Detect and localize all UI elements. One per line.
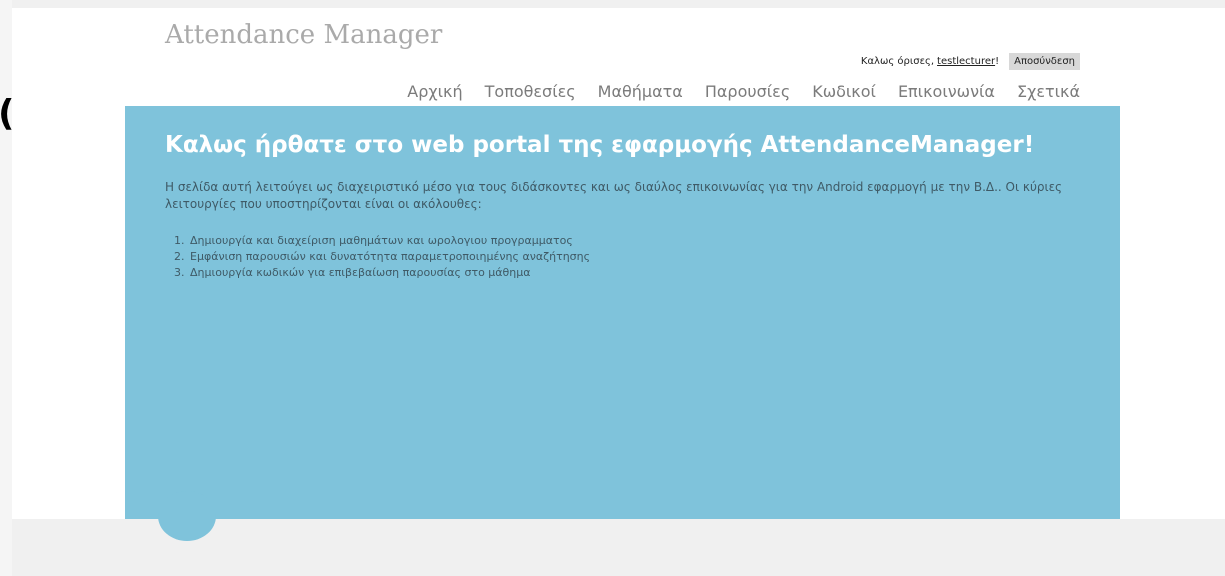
page-title: Καλως ήρθατε στο web portal της εφαρμογή…	[165, 132, 1035, 158]
username-link[interactable]: testlecturer	[937, 56, 995, 67]
list-item: Δημιουργία κωδικών για επιβεβαίωση παρου…	[188, 265, 590, 281]
greeting-text: Καλως όρισες,	[860, 55, 935, 67]
nav-item-codes[interactable]: Κωδικοί	[812, 80, 876, 104]
nav-item-home[interactable]: Αρχική	[407, 80, 462, 104]
main-nav: Αρχική Τοποθεσίες Μαθήματα Παρουσίες Κωδ…	[385, 80, 1080, 104]
logout-button[interactable]: Αποσύνδεση	[1009, 52, 1080, 70]
nav-item-attendance[interactable]: Παρουσίες	[705, 80, 790, 104]
left-frame	[0, 0, 12, 576]
site-title[interactable]: Attendance Manager	[165, 18, 442, 52]
window-top-strip	[0, 0, 1225, 8]
user-session-bar: Καλως όρισες, testlecturer ! Αποσύνδεση	[800, 51, 1080, 71]
nav-item-courses[interactable]: Μαθήματα	[598, 80, 683, 104]
edge-glyph: (	[0, 92, 14, 136]
list-item: Εμφάνιση παρουσιών και δυνατότητα παραμε…	[188, 249, 590, 265]
greeting-suffix: !	[995, 55, 1000, 67]
main-content-panel: Καλως ήρθατε στο web portal της εφαρμογή…	[125, 106, 1120, 519]
decorative-circle	[158, 491, 216, 541]
list-item: Δημιουργία και διαχείριση μαθημάτων και …	[188, 233, 590, 249]
nav-item-locations[interactable]: Τοποθεσίες	[485, 80, 576, 104]
features-list: Δημιουργία και διαχείριση μαθημάτων και …	[165, 233, 590, 281]
nav-item-contact[interactable]: Επικοινωνία	[898, 80, 995, 104]
intro-paragraph: Η σελίδα αυτή λειτούγει ως διαχειριστικό…	[165, 180, 1063, 211]
nav-item-about[interactable]: Σχετικά	[1017, 80, 1080, 104]
